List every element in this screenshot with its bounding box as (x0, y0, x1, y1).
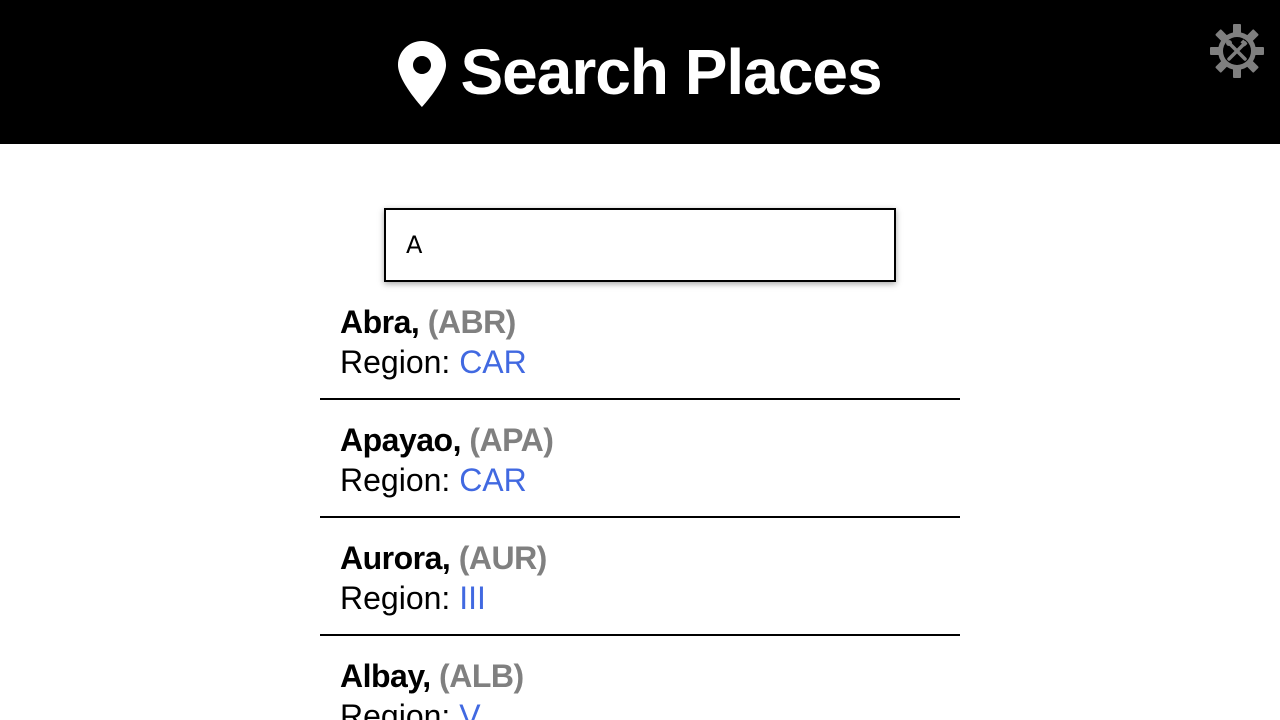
list-item[interactable]: Albay, (ALB) Region: V (320, 636, 960, 720)
region-value: CAR (459, 462, 527, 498)
place-name: Abra, (340, 304, 420, 340)
place-code: (AUR) (458, 540, 548, 576)
region-value: CAR (459, 344, 527, 380)
list-item[interactable]: Abra, (ABR) Region: CAR (320, 282, 960, 400)
results-list: Abra, (ABR) Region: CAR Apayao, (APA) Re… (320, 282, 960, 720)
place-region: Region: CAR (340, 460, 940, 500)
place-title: Abra, (ABR) (340, 302, 940, 342)
list-item[interactable]: Apayao, (APA) Region: CAR (320, 400, 960, 518)
place-code: (ALB) (439, 658, 524, 694)
list-item[interactable]: Aurora, (AUR) Region: III (320, 518, 960, 636)
page-title: Search Places (460, 36, 882, 108)
place-name: Apayao, (340, 422, 461, 458)
map-pin-icon (398, 41, 447, 107)
title-bar: Search Places (0, 0, 1280, 144)
region-value: III (459, 580, 486, 616)
place-code: (ABR) (427, 304, 517, 340)
settings-button[interactable] (1208, 22, 1266, 80)
place-title: Aurora, (AUR) (340, 538, 940, 578)
place-region: Region: III (340, 578, 940, 618)
region-label: Region: (340, 344, 460, 380)
region-value: V (459, 698, 481, 720)
gear-tools-icon (1210, 24, 1264, 78)
place-title: Albay, (ALB) (340, 656, 940, 696)
region-label: Region: (340, 580, 460, 616)
search-input[interactable] (386, 210, 894, 280)
place-name: Aurora, (340, 540, 451, 576)
place-region: Region: V (340, 696, 940, 720)
place-code: (APA) (469, 422, 554, 458)
region-label: Region: (340, 462, 460, 498)
app-header: Search Places (0, 0, 1280, 144)
place-title: Apayao, (APA) (340, 420, 940, 460)
place-region: Region: CAR (340, 342, 940, 382)
place-name: Albay, (340, 658, 431, 694)
search-box (384, 208, 896, 282)
region-label: Region: (340, 698, 460, 720)
